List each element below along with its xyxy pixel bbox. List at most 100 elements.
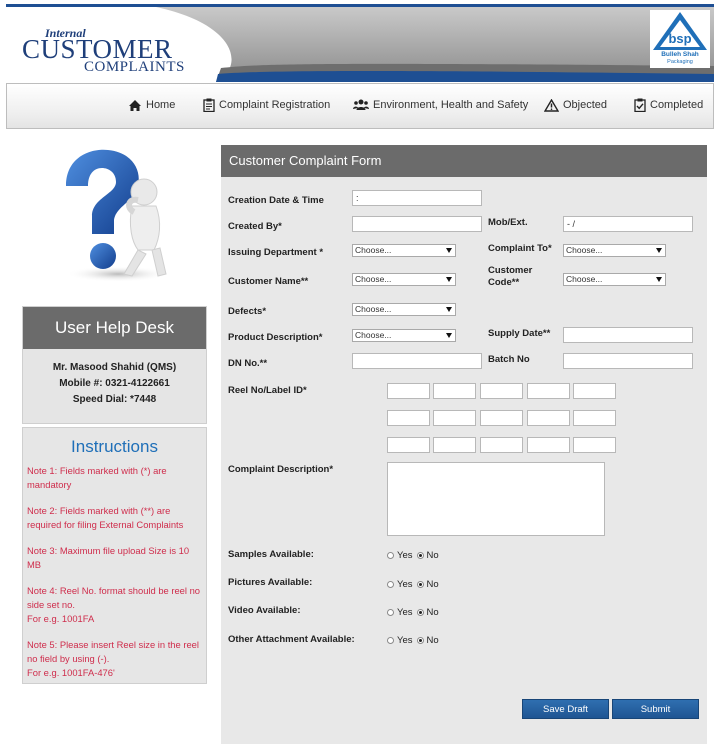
other-attachment-yes-label: Yes bbox=[397, 635, 413, 646]
customer-code-select[interactable]: Choose... bbox=[563, 273, 666, 286]
app-header: Internal CUSTOMER COMPLAINTS bsp Bulleh … bbox=[6, 4, 714, 82]
help-desk-contact: Mr. Masood Shahid (QMS) bbox=[52, 362, 177, 373]
pictures-yes-radio[interactable] bbox=[387, 581, 394, 588]
main-nav: Home Complaint Registration Environment,… bbox=[6, 83, 714, 129]
reel-no-input[interactable] bbox=[527, 383, 570, 399]
mob-ext-label: Mob/Ext. bbox=[488, 217, 528, 228]
issuing-department-select[interactable]: Choose... bbox=[352, 244, 456, 257]
pictures-available-label: Pictures Available: bbox=[228, 577, 313, 588]
defects-value: Choose... bbox=[355, 304, 392, 314]
nav-completed-label: Completed bbox=[650, 99, 704, 111]
chevron-down-icon bbox=[446, 248, 452, 253]
samples-available-label: Samples Available: bbox=[228, 549, 314, 560]
checked-clipboard-icon bbox=[634, 98, 646, 112]
instructions-panel: Instructions Note 1: Fields marked with … bbox=[22, 427, 207, 684]
brand-complaints: COMPLAINTS bbox=[84, 59, 185, 75]
help-desk-mobile: Mobile #: 0321-4122661 bbox=[59, 378, 170, 389]
defects-select[interactable]: Choose... bbox=[352, 303, 456, 316]
mob-ext-field[interactable]: - / bbox=[563, 216, 693, 232]
logo-name: Bulleh Shah bbox=[661, 51, 699, 58]
reel-no-input[interactable] bbox=[387, 437, 430, 453]
issuing-department-value: Choose... bbox=[355, 245, 392, 255]
other-attachment-no-label: No bbox=[426, 635, 439, 646]
reel-no-input[interactable] bbox=[433, 383, 476, 399]
nav-completed[interactable]: Completed bbox=[634, 96, 703, 114]
video-no-label: No bbox=[426, 607, 439, 618]
video-available-radios: Yes No bbox=[387, 607, 439, 618]
issuing-department-label: Issuing Department * bbox=[228, 247, 324, 258]
other-attachment-no-radio[interactable] bbox=[416, 637, 424, 644]
samples-available-radios: Yes No bbox=[387, 550, 439, 561]
supply-date-field[interactable] bbox=[563, 327, 693, 343]
nav-objected-label: Objected bbox=[563, 99, 608, 111]
reel-no-input[interactable] bbox=[573, 410, 616, 426]
nav-home[interactable]: Home bbox=[128, 96, 175, 114]
video-yes-label: Yes bbox=[397, 607, 413, 618]
pictures-yes-label: Yes bbox=[397, 579, 413, 590]
reel-no-input[interactable] bbox=[480, 437, 523, 453]
other-attachment-label: Other Attachment Available: bbox=[228, 634, 355, 645]
reel-no-input[interactable] bbox=[573, 437, 616, 453]
pictures-no-label: No bbox=[426, 579, 439, 590]
supply-date-label: Supply Date** bbox=[488, 328, 551, 339]
complaint-description-label: Complaint Description* bbox=[228, 464, 334, 475]
svg-text:bsp: bsp bbox=[668, 31, 691, 46]
logo-sub: Packaging bbox=[667, 59, 693, 65]
chevron-down-icon bbox=[446, 307, 452, 312]
reel-no-input[interactable] bbox=[433, 437, 476, 453]
reel-no-input[interactable] bbox=[433, 410, 476, 426]
note-4: Note 4: Reel No. format should be reel n… bbox=[27, 585, 201, 624]
form-title: Customer Complaint Form bbox=[221, 145, 707, 177]
creation-date-label: Creation Date & Time bbox=[228, 195, 324, 206]
reel-no-input[interactable] bbox=[527, 437, 570, 453]
nav-ehs-label: Environment, Health and Safety bbox=[373, 99, 529, 111]
instructions-title: Instructions bbox=[71, 437, 158, 456]
question-mark-illustration bbox=[66, 149, 170, 282]
customer-code-label: Customer Code** bbox=[488, 265, 533, 288]
video-yes-radio[interactable] bbox=[387, 609, 394, 616]
created-by-field[interactable] bbox=[352, 216, 482, 232]
reel-no-input[interactable] bbox=[387, 383, 430, 399]
complaint-to-select[interactable]: Choose... bbox=[563, 244, 666, 257]
nav-environment-health-safety[interactable]: Environment, Health and Safety bbox=[353, 96, 528, 114]
dn-no-field[interactable] bbox=[352, 353, 482, 369]
reel-no-input[interactable] bbox=[573, 383, 616, 399]
customer-name-label: Customer Name** bbox=[228, 276, 309, 287]
customer-name-select[interactable]: Choose... bbox=[352, 273, 456, 286]
reel-no-input[interactable] bbox=[387, 410, 430, 426]
clipboard-icon bbox=[203, 98, 215, 112]
complaint-description-textarea[interactable] bbox=[387, 462, 605, 536]
reel-no-input[interactable] bbox=[527, 410, 570, 426]
product-description-select[interactable]: Choose... bbox=[352, 329, 456, 342]
samples-yes-label: Yes bbox=[397, 550, 413, 561]
save-draft-button[interactable]: Save Draft bbox=[522, 699, 609, 719]
samples-no-label: No bbox=[426, 550, 439, 561]
samples-yes-radio[interactable] bbox=[387, 552, 394, 559]
batch-no-label: Batch No bbox=[488, 354, 530, 365]
video-no-radio[interactable] bbox=[416, 609, 424, 616]
nav-objected[interactable]: Objected bbox=[544, 96, 607, 114]
pictures-no-radio[interactable] bbox=[416, 581, 424, 588]
dn-no-label: DN No.** bbox=[228, 358, 268, 369]
pictures-available-radios: Yes No bbox=[387, 579, 439, 590]
people-icon bbox=[353, 99, 369, 110]
creation-date-field[interactable]: : bbox=[352, 190, 482, 206]
samples-no-radio[interactable] bbox=[416, 552, 424, 559]
complaint-form: Customer Complaint Form Creation Date & … bbox=[221, 145, 707, 744]
note-2: Note 2: Fields marked with (**) are requ… bbox=[27, 505, 184, 530]
nav-home-label: Home bbox=[146, 99, 176, 111]
chevron-down-icon bbox=[446, 277, 452, 282]
batch-no-field[interactable] bbox=[563, 353, 693, 369]
nav-complaint-registration[interactable]: Complaint Registration bbox=[203, 96, 330, 114]
other-attachment-yes-radio[interactable] bbox=[387, 637, 394, 644]
warning-icon bbox=[544, 98, 559, 112]
created-by-label: Created By* bbox=[228, 221, 282, 232]
reel-no-input[interactable] bbox=[480, 383, 523, 399]
submit-button[interactable]: Submit bbox=[612, 699, 699, 719]
note-3: Note 3: Maximum file upload Size is 10 M… bbox=[27, 545, 190, 570]
complaint-to-label: Complaint To* bbox=[488, 243, 552, 254]
home-icon bbox=[129, 99, 141, 111]
reel-no-input[interactable] bbox=[480, 410, 523, 426]
chevron-down-icon bbox=[656, 277, 662, 282]
chevron-down-icon bbox=[656, 248, 662, 253]
